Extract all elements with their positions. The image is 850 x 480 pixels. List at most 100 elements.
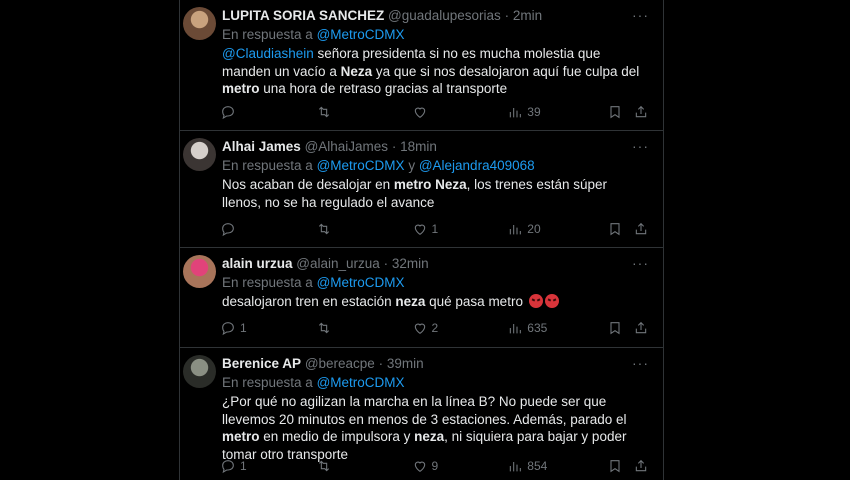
retweet-icon — [318, 322, 329, 334]
text-segment: Nos acaban de desalojar en — [222, 177, 394, 192]
views-count: 854 — [527, 459, 548, 473]
tweet-text: Nos acaban de desalojar en metro Neza, l… — [222, 176, 649, 211]
author-handle[interactable]: @guadalupesorias — [388, 8, 501, 23]
like-button[interactable]: 1 — [412, 221, 508, 237]
timestamp[interactable]: 32min — [392, 256, 429, 271]
avatar[interactable] — [183, 7, 216, 40]
reply-prefix: En respuesta a — [222, 275, 313, 290]
reply-icon — [222, 223, 234, 237]
views-button[interactable]: 39 — [507, 104, 607, 120]
share-button[interactable] — [633, 221, 649, 237]
more-options-icon[interactable]: ··· — [632, 354, 649, 372]
timestamp[interactable]: 18min — [400, 139, 437, 154]
retweet-icon — [318, 460, 329, 472]
text-segment: ¿Por qué no agilizan la marcha en la lín… — [222, 394, 627, 427]
bookmark-button[interactable] — [607, 221, 633, 237]
reply-and: y — [408, 158, 416, 173]
share-icon — [635, 105, 647, 118]
heart-icon — [414, 323, 425, 334]
views-icon — [510, 108, 522, 118]
angry-face-icon — [544, 294, 559, 308]
tweet-header: alain urzua @alain_urzua · 32min — [222, 254, 649, 274]
heart-icon — [414, 461, 425, 472]
retweet-button[interactable] — [316, 458, 412, 474]
text-segment: qué pasa metro — [425, 294, 527, 309]
views-button[interactable]: 854 — [507, 458, 607, 474]
retweet-button[interactable] — [316, 104, 412, 120]
reply-count: 1 — [240, 321, 247, 335]
left-margin — [0, 0, 180, 480]
tweet[interactable]: Alhai James @AlhaiJames · 18min ··· En r… — [180, 131, 663, 248]
more-options-icon[interactable]: ··· — [632, 254, 649, 272]
reply-button[interactable]: 1 — [220, 458, 316, 474]
reply-prefix: En respuesta a — [222, 27, 313, 42]
share-button[interactable] — [633, 320, 649, 336]
like-button[interactable]: 2 — [412, 320, 508, 336]
avatar[interactable] — [183, 255, 216, 288]
right-margin — [664, 0, 850, 480]
reply-mention-2[interactable]: @Alejandra409068 — [419, 158, 535, 173]
author-handle[interactable]: @alain_urzua — [296, 256, 380, 271]
reply-context: En respuesta a @MetroCDMX — [222, 26, 649, 44]
author-name[interactable]: Berenice AP — [222, 356, 301, 371]
like-count: 2 — [431, 321, 439, 335]
timestamp[interactable]: 2min — [513, 8, 542, 23]
views-button[interactable]: 20 — [507, 221, 607, 237]
views-count: 20 — [527, 222, 541, 236]
tweet-header: LUPITA SORIA SANCHEZ @guadalupesorias · … — [222, 6, 649, 26]
right-divider — [663, 0, 664, 480]
tweet[interactable]: LUPITA SORIA SANCHEZ @guadalupesorias · … — [180, 0, 663, 131]
share-icon — [635, 459, 647, 472]
author-name[interactable]: Alhai James — [222, 139, 301, 154]
like-button[interactable] — [412, 104, 508, 120]
timestamp[interactable]: 39min — [387, 356, 424, 371]
reply-icon — [222, 322, 234, 336]
mention-link[interactable]: @Claudiashein — [222, 46, 314, 61]
bookmark-button[interactable] — [607, 104, 633, 120]
bookmark-button[interactable] — [607, 320, 633, 336]
reply-icon — [222, 460, 234, 474]
action-bar: 1 9 854 — [220, 456, 649, 476]
reply-context: En respuesta a @MetroCDMX — [222, 274, 649, 292]
separator: · — [504, 8, 510, 23]
more-options-icon[interactable]: ··· — [632, 6, 649, 24]
author-handle[interactable]: @bereacpe — [305, 356, 375, 371]
text-segment: ya que si nos desalojaron aquí fue culpa… — [372, 63, 640, 79]
reply-button[interactable] — [220, 221, 316, 237]
avatar[interactable] — [183, 138, 216, 171]
reply-count: 1 — [240, 459, 247, 473]
bookmark-icon — [610, 322, 620, 335]
author-name[interactable]: alain urzua — [222, 256, 293, 271]
retweet-button[interactable] — [316, 221, 412, 237]
tweet-header: Berenice AP @bereacpe · 39min — [222, 354, 649, 374]
angry-face-icon — [528, 294, 543, 308]
reply-button[interactable] — [220, 104, 316, 120]
tweet[interactable]: alain urzua @alain_urzua · 32min ··· En … — [180, 248, 663, 348]
retweet-icon — [318, 223, 329, 235]
action-bar: 1 2 635 — [220, 318, 649, 338]
avatar[interactable] — [183, 355, 216, 388]
reply-context: En respuesta a @MetroCDMX — [222, 374, 649, 392]
reply-mention[interactable]: @MetroCDMX — [317, 27, 405, 42]
bookmark-icon — [610, 223, 620, 236]
bookmark-button[interactable] — [607, 458, 633, 474]
reply-icon — [222, 106, 234, 120]
author-name[interactable]: LUPITA SORIA SANCHEZ — [222, 8, 384, 23]
reply-mention[interactable]: @MetroCDMX — [317, 158, 405, 173]
views-button[interactable]: 635 — [507, 320, 607, 336]
reply-mention[interactable]: @MetroCDMX — [317, 275, 405, 290]
tweet[interactable]: Berenice AP @bereacpe · 39min ··· En res… — [180, 348, 663, 480]
more-options-icon[interactable]: ··· — [632, 137, 649, 155]
heart-icon — [414, 107, 425, 118]
share-button[interactable] — [633, 104, 649, 120]
reply-mention[interactable]: @MetroCDMX — [317, 375, 405, 390]
retweet-button[interactable] — [316, 320, 412, 336]
heart-icon — [414, 224, 425, 235]
separator: · — [378, 356, 384, 371]
share-icon — [635, 321, 647, 334]
share-button[interactable] — [633, 458, 649, 474]
separator: · — [391, 139, 397, 154]
author-handle[interactable]: @AlhaiJames — [305, 139, 389, 154]
reply-button[interactable]: 1 — [220, 320, 316, 336]
like-button[interactable]: 9 — [412, 458, 508, 474]
